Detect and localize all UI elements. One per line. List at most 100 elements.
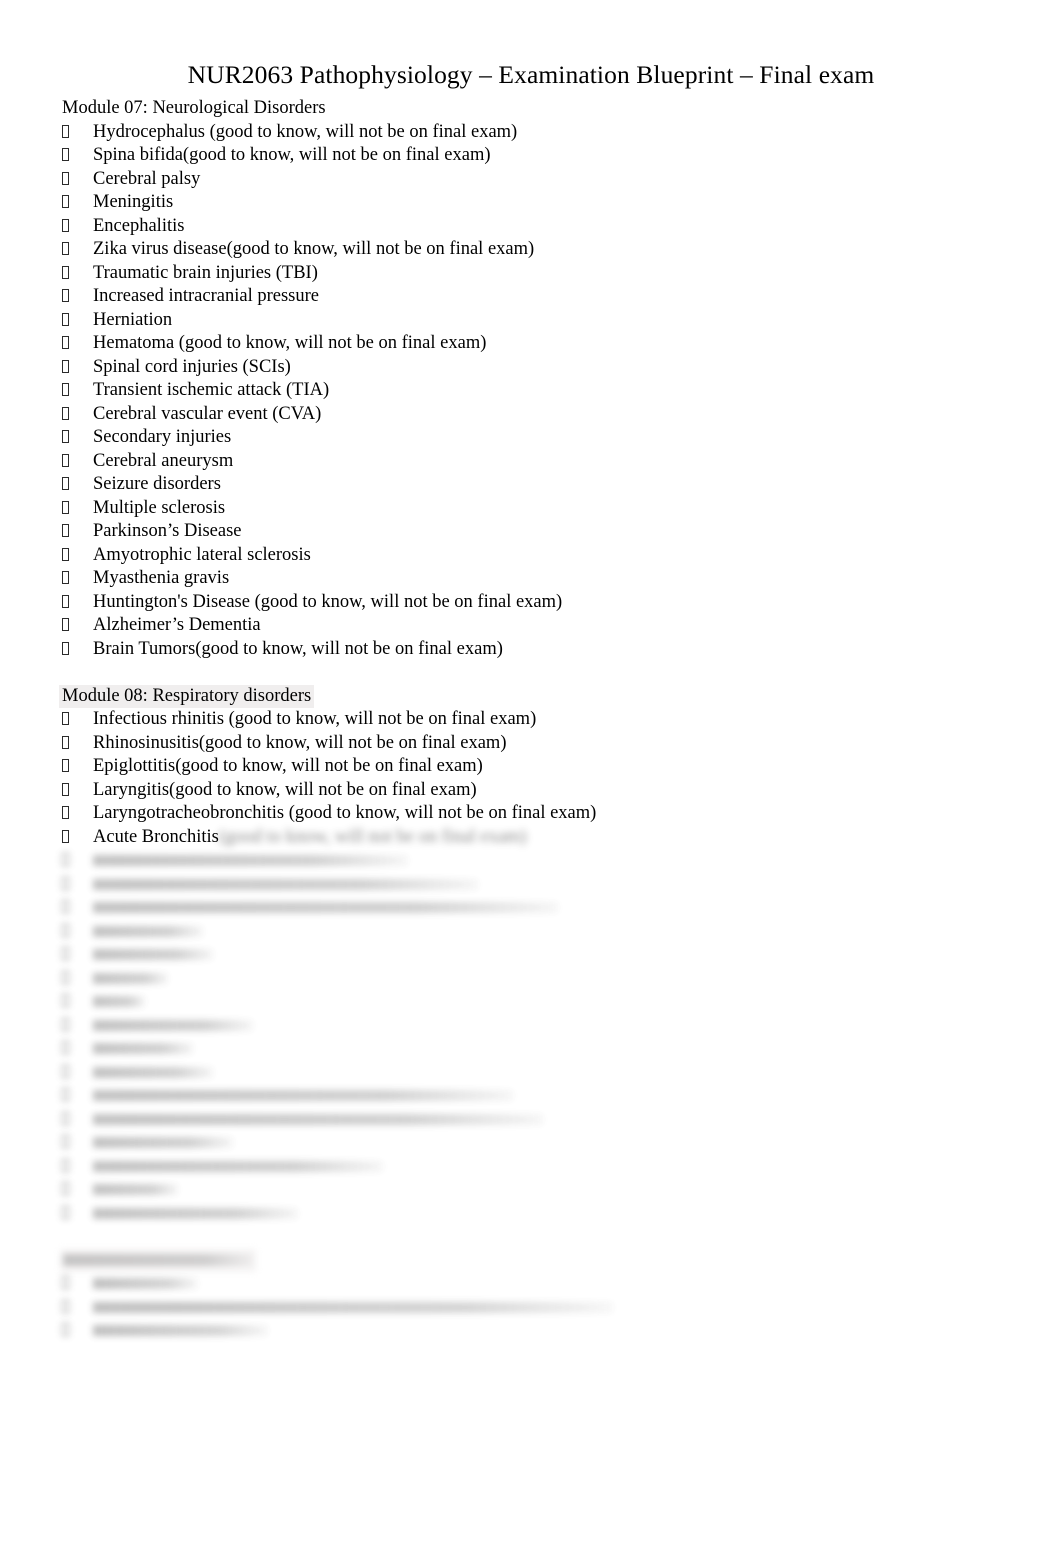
list-item: Zika virus disease(good to know, will no… <box>62 238 1022 262</box>
obscured-list-item-label <box>93 1019 253 1031</box>
obscured-list-item <box>62 1037 193 1061</box>
list-item-label: Meningitis <box>93 192 174 212</box>
list-item: Cerebral aneurysm <box>62 450 1022 474</box>
bullet-marker-icon <box>62 309 93 333</box>
tofu-box-glyph <box>62 312 69 326</box>
list-item-label: Encephalitis <box>93 215 185 236</box>
tofu-box-glyph <box>62 289 69 302</box>
list-item-label: Secondary injuries <box>93 427 232 447</box>
tofu-box-glyph <box>62 806 69 819</box>
bullet-marker-icon <box>62 1272 93 1296</box>
list-item-label: Seizure disorders <box>93 474 221 494</box>
list-item-label: Spinal cord injuries (SCIs) <box>93 356 291 377</box>
tofu-box-glyph <box>62 923 69 937</box>
tofu-box-glyph <box>62 712 69 725</box>
tofu-box-glyph <box>62 195 69 208</box>
obscured-text-tail: (good to know, will not be on final exam… <box>218 826 527 847</box>
list-item: Brain Tumors(good to know, will not be o… <box>62 638 1022 662</box>
obscured-list-item <box>62 1155 383 1179</box>
list-item-label: Laryngotracheobronchitis (good to know, … <box>93 803 597 823</box>
obscured-list-item-label <box>93 1184 178 1196</box>
list-item: Infectious rhinitis (good to know, will … <box>62 708 1022 732</box>
obscured-list-item-label <box>93 972 168 984</box>
list-item-label: Herniation <box>93 309 173 330</box>
bullet-marker-icon <box>62 238 93 262</box>
bullet-marker-icon <box>62 1108 93 1132</box>
tofu-box-glyph <box>62 477 69 490</box>
obscured-list-item-label <box>93 1113 543 1125</box>
obscured-list-item-label <box>93 1278 198 1290</box>
list-item-label: Zika virus disease(good to know, will no… <box>93 239 535 259</box>
bullet-marker-icon <box>62 1319 93 1343</box>
bullet-marker-icon <box>62 920 93 944</box>
obscured-list-item <box>62 896 558 920</box>
list-item: Acute Bronchitis (good to know, will not… <box>62 826 1022 850</box>
obscured-list-item-label <box>93 1137 233 1149</box>
obscured-module-heading <box>60 1248 256 1272</box>
tofu-box-glyph <box>62 547 69 561</box>
tofu-box-glyph <box>62 1017 69 1031</box>
list-item-label: Transient ischemic attack (TIA) <box>93 380 330 400</box>
obscured-list-item <box>62 1084 513 1108</box>
bullet-marker-icon <box>62 403 93 427</box>
tofu-box-glyph <box>62 359 69 373</box>
list-item-label: Alzheimer’s Dementia <box>93 615 261 635</box>
tofu-box-glyph <box>62 618 69 631</box>
obscured-list-item-label <box>93 925 203 937</box>
bullet-marker-icon <box>62 1131 93 1155</box>
bullet-marker-icon <box>62 755 93 779</box>
tofu-box-glyph <box>62 265 69 279</box>
bullet-marker-icon <box>62 544 93 568</box>
bullet-marker-icon <box>62 802 93 826</box>
bullet-marker-icon <box>62 849 93 873</box>
bullet-marker-icon <box>62 638 93 662</box>
tofu-box-glyph <box>62 1299 69 1313</box>
tofu-box-glyph <box>62 735 69 749</box>
bullet-marker-icon <box>62 614 93 638</box>
bullet-marker-icon <box>62 591 93 615</box>
tofu-box-glyph <box>62 383 69 396</box>
tofu-box-glyph <box>62 1135 69 1148</box>
bullet-marker-icon <box>62 990 93 1014</box>
obscured-list-item <box>62 920 203 944</box>
bullet-marker-icon <box>62 873 93 897</box>
bullet-marker-icon <box>62 779 93 803</box>
list-item: Rhinosinusitis(good to know, will not be… <box>62 732 1022 756</box>
list-item: Alzheimer’s Dementia <box>62 614 1022 638</box>
obscured-list-item-label <box>93 1090 513 1102</box>
obscured-list-item-label <box>93 1160 383 1172</box>
tofu-box-glyph <box>62 829 69 843</box>
list-item-label: Infectious rhinitis (good to know, will … <box>93 709 537 729</box>
obscured-list-item-label <box>93 878 478 890</box>
list-item-label: Rhinosinusitis(good to know, will not be… <box>93 732 507 753</box>
list-item-label: Myasthenia gravis <box>93 568 230 588</box>
tofu-box-glyph <box>62 594 69 608</box>
tofu-box-glyph <box>62 641 69 655</box>
bullet-marker-icon <box>62 732 93 756</box>
module-heading: Module 08: Respiratory disorders <box>59 684 315 708</box>
list-item: Meningitis <box>62 191 1022 215</box>
obscured-list-item-label <box>93 1066 213 1078</box>
bullet-marker-icon <box>62 215 93 239</box>
obscured-list-item <box>62 943 213 967</box>
list-item-label: Parkinson’s Disease <box>93 521 242 541</box>
bullet-marker-icon <box>62 826 93 850</box>
obscured-list-item <box>62 849 408 873</box>
tofu-box-glyph <box>62 1111 69 1125</box>
bullet-marker-icon <box>62 567 93 591</box>
list-item-label: Cerebral palsy <box>93 168 201 189</box>
bullet-marker-icon <box>62 262 93 286</box>
obscured-list-item <box>62 1108 543 1132</box>
tofu-box-glyph <box>62 1182 69 1195</box>
bullet-marker-icon <box>62 191 93 215</box>
tofu-box-glyph <box>62 876 69 890</box>
tofu-box-glyph <box>62 947 69 960</box>
list-item: Laryngotracheobronchitis (good to know, … <box>62 802 1022 826</box>
list-item-label: Cerebral vascular event (CVA) <box>93 403 322 424</box>
tofu-box-glyph <box>62 1323 69 1336</box>
tofu-box-glyph <box>62 900 69 913</box>
obscured-list-item <box>62 1014 253 1038</box>
tofu-box-glyph <box>62 500 69 514</box>
tofu-box-glyph <box>62 970 69 984</box>
tofu-box-glyph <box>62 242 69 255</box>
